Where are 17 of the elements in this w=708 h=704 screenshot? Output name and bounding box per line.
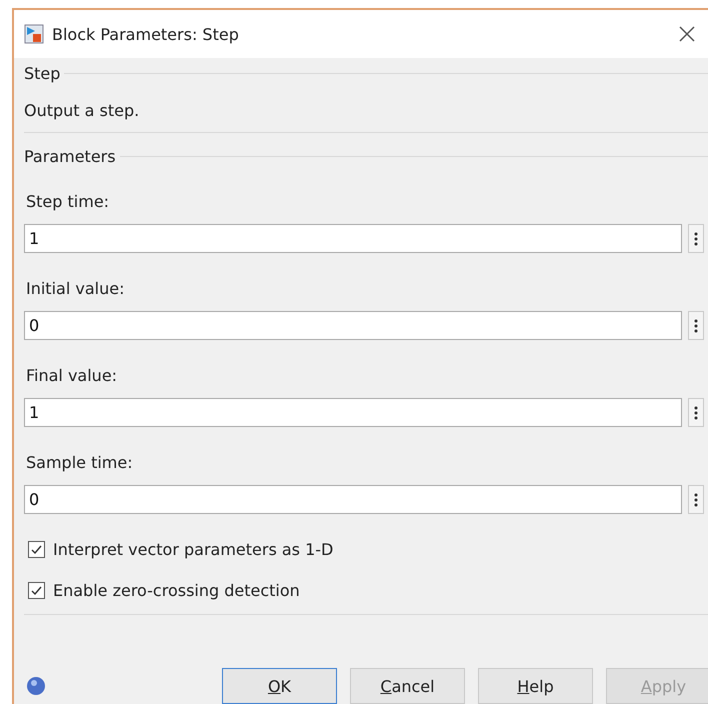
dialog-button[interactable]: OK — [222, 668, 337, 704]
field-label: Initial value: — [26, 279, 126, 298]
dialog-button[interactable]: Cancel — [350, 668, 465, 704]
checkbox-label: Enable zero-crossing detection — [53, 581, 300, 600]
field-label: Sample time: — [26, 453, 134, 472]
input-field[interactable]: 1 — [24, 398, 682, 427]
field-label: Step time: — [26, 192, 110, 211]
input-field[interactable]: 1 — [24, 224, 682, 253]
input-field[interactable]: 0 — [24, 485, 682, 514]
field-label: Final value: — [26, 366, 118, 385]
block-description: Output a step. — [24, 101, 140, 120]
window-title: Block Parameters: Step — [52, 24, 240, 44]
input-field[interactable]: 0 — [24, 311, 682, 340]
group-title: Step — [24, 64, 60, 83]
dialog-button[interactable]: Help — [478, 668, 593, 704]
checkbox-label: Interpret vector parameters as 1-D — [53, 540, 334, 559]
group-title: Parameters — [24, 147, 116, 166]
